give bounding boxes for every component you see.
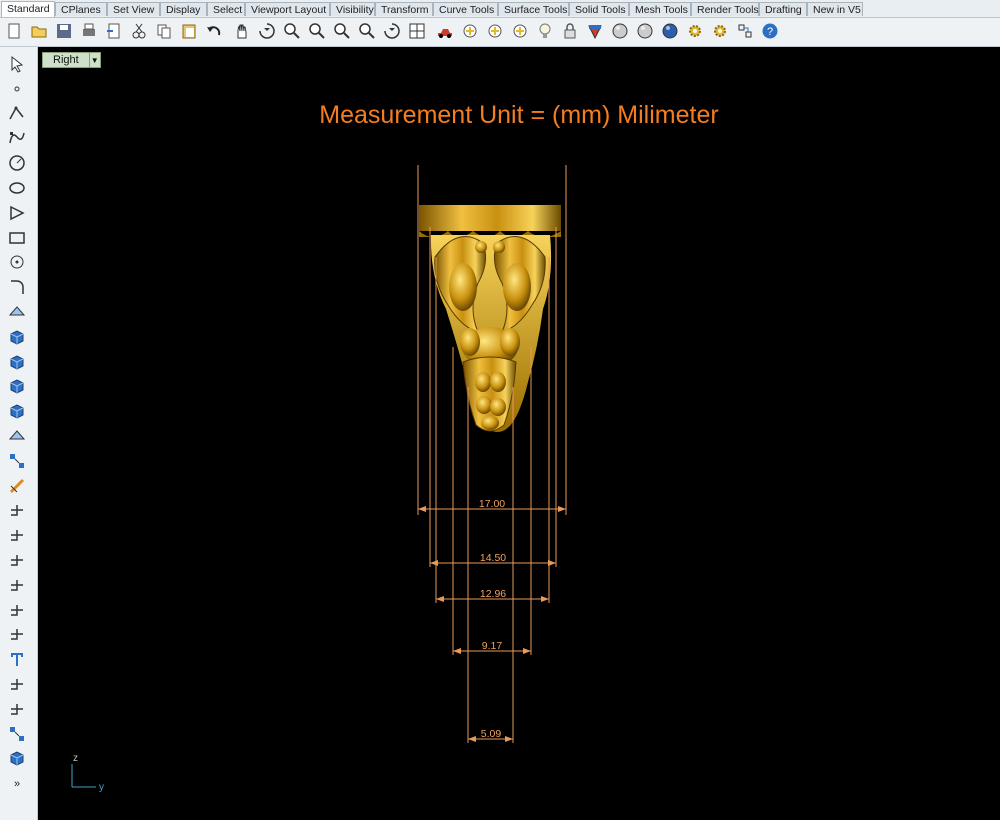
dimension-arrows (418, 506, 566, 742)
dimension-9-17[interactable]: 9.17 (482, 640, 503, 652)
snap-icon[interactable] (735, 21, 755, 41)
four-viewports-icon[interactable] (407, 21, 427, 41)
paste-icon[interactable] (179, 21, 199, 41)
fillet-icon[interactable] (6, 276, 28, 298)
new-icon[interactable] (4, 21, 24, 41)
right-viewport[interactable]: Right ▼ Measurement Unit = (mm) Milimete… (38, 47, 1000, 820)
light-icon[interactable] (535, 21, 555, 41)
tab-surface-tools[interactable]: Surface Tools (498, 2, 569, 16)
help-icon[interactable]: ? (760, 21, 780, 41)
tab-visibility[interactable]: Visibility (330, 2, 375, 16)
curve-from-object-icon[interactable] (6, 599, 28, 621)
curve-icon[interactable] (6, 127, 28, 149)
undo-icon[interactable] (204, 21, 224, 41)
car-icon[interactable] (435, 21, 455, 41)
render-preview-icon[interactable] (610, 21, 630, 41)
polygon-icon[interactable] (6, 202, 28, 224)
rebuild-icon[interactable] (6, 623, 28, 645)
box-icon[interactable] (6, 351, 28, 373)
tab-standard[interactable]: Standard (1, 1, 55, 17)
axis-indicator: z y (71, 753, 104, 793)
svg-text:?: ? (767, 26, 773, 38)
text-icon[interactable] (6, 648, 28, 670)
extrude-icon[interactable] (6, 326, 28, 348)
tab-select[interactable]: Select (207, 2, 245, 16)
left-sidebar-toolbar: » (0, 47, 38, 820)
solid-box-icon[interactable] (6, 747, 28, 769)
save-icon[interactable] (54, 21, 74, 41)
axis-y-label: y (99, 782, 104, 793)
dimension-12-96[interactable]: 12.96 (480, 588, 506, 600)
tab-render-tools[interactable]: Render Tools (691, 2, 759, 16)
object-properties-icon[interactable] (485, 21, 505, 41)
polyline-icon[interactable] (6, 103, 28, 125)
boolean-icon[interactable] (6, 375, 28, 397)
surface-icon[interactable] (6, 301, 28, 323)
print-icon[interactable] (79, 21, 99, 41)
select-arrow-icon[interactable] (6, 53, 28, 75)
render-sphere-icon[interactable] (660, 21, 680, 41)
zoom-extents-icon[interactable] (332, 21, 352, 41)
mesh-icon[interactable] (6, 425, 28, 447)
display-mode-icon[interactable] (460, 21, 480, 41)
tab-display[interactable]: Display (160, 2, 207, 16)
tab-new-in-v5[interactable]: New in V5 (807, 2, 863, 16)
pan-icon[interactable] (232, 21, 252, 41)
tab-curve-tools[interactable]: Curve Tools (433, 2, 498, 16)
tab-viewport-layout[interactable]: Viewport Layout (245, 2, 330, 16)
tab-solid-tools[interactable]: Solid Tools (569, 2, 629, 16)
svg-text:»: » (14, 778, 20, 790)
cut-icon[interactable] (129, 21, 149, 41)
lock-icon[interactable] (560, 21, 580, 41)
rectangle-icon[interactable] (6, 227, 28, 249)
tab-mesh-tools[interactable]: Mesh Tools (629, 2, 691, 16)
point-icon[interactable] (6, 78, 28, 100)
zoom-dynamic-icon[interactable] (282, 21, 302, 41)
transform-icon[interactable] (6, 450, 28, 472)
zoom-window-icon[interactable] (307, 21, 327, 41)
more-icon[interactable]: » (6, 772, 28, 794)
tab-transform[interactable]: Transform (375, 2, 433, 16)
arrange-icon[interactable] (6, 698, 28, 720)
ellipse-icon[interactable] (6, 177, 28, 199)
standard-toolbar: ? (0, 18, 1000, 47)
model-drawing: 17.00 14.50 12.96 9.17 5.09 z y (71, 165, 567, 793)
rotate-view-icon[interactable] (257, 21, 277, 41)
copy-icon[interactable] (154, 21, 174, 41)
open-icon[interactable] (29, 21, 49, 41)
arc-icon[interactable] (6, 251, 28, 273)
cylinder-icon[interactable] (6, 400, 28, 422)
import-icon[interactable] (104, 21, 124, 41)
tab-set-view[interactable]: Set View (107, 2, 160, 16)
tools-gear-icon[interactable] (710, 21, 730, 41)
axis-z-label: z (73, 753, 78, 764)
point-edit-icon[interactable] (6, 673, 28, 695)
dimension-5-09[interactable]: 5.09 (481, 728, 502, 740)
materials-icon[interactable] (585, 21, 605, 41)
dimension-17[interactable]: 17.00 (479, 498, 505, 510)
rotate-view-2-icon[interactable] (382, 21, 402, 41)
circle-icon[interactable] (6, 152, 28, 174)
analyze-icon[interactable] (6, 475, 28, 497)
zoom-selected-icon[interactable] (357, 21, 377, 41)
array-icon[interactable] (6, 723, 28, 745)
dimension-14-50[interactable]: 14.50 (480, 552, 506, 564)
tab-cplanes[interactable]: CPlanes (55, 2, 107, 16)
render-icon[interactable] (635, 21, 655, 41)
block-icon[interactable] (6, 574, 28, 596)
toolbar-tab-strip: Standard CPlanes Set View Display Select View… (0, 0, 1000, 18)
ornament-model[interactable] (419, 205, 561, 432)
options-icon[interactable] (685, 21, 705, 41)
tab-drafting[interactable]: Drafting (759, 2, 807, 16)
leader-icon[interactable] (6, 524, 28, 546)
group-icon[interactable] (6, 549, 28, 571)
dimension-icon[interactable] (6, 499, 28, 521)
layer-icon[interactable] (510, 21, 530, 41)
